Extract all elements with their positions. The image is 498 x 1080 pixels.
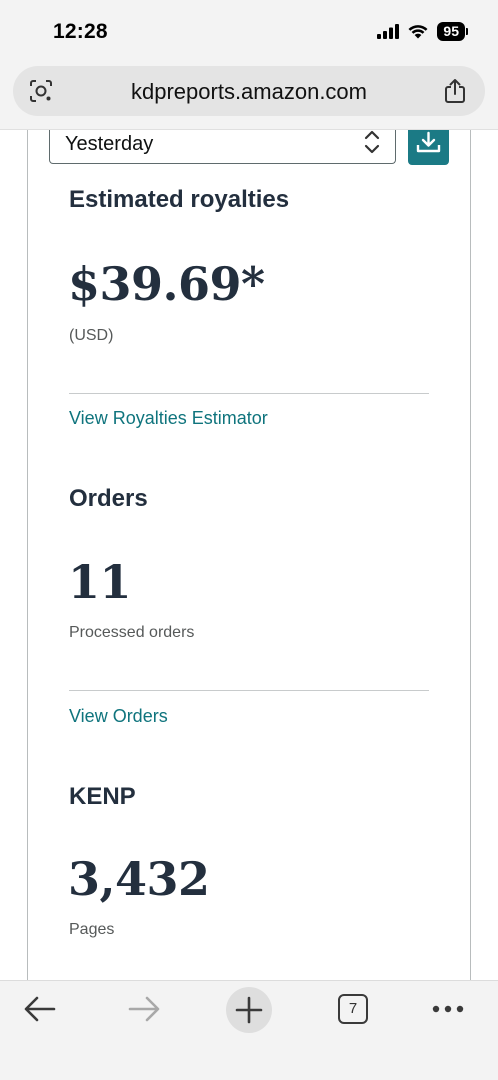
plus-icon <box>235 996 263 1024</box>
cellular-signal-icon <box>377 24 400 39</box>
divider <box>69 690 429 691</box>
status-icons: 95 <box>377 22 468 41</box>
browser-address-area: kdpreports.amazon.com <box>0 62 498 130</box>
view-orders-link[interactable]: View Orders <box>69 706 168 727</box>
divider <box>69 393 429 394</box>
page-content: Yesterday Estimated royalties $39.69* (U… <box>0 130 498 980</box>
more-icon[interactable] <box>432 1005 464 1013</box>
royalties-value: $39.69* <box>68 257 265 311</box>
forward-arrow-icon[interactable] <box>128 995 160 1023</box>
share-icon[interactable] <box>443 78 467 104</box>
back-arrow-icon[interactable] <box>24 995 56 1023</box>
tab-count: 7 <box>348 1000 358 1017</box>
address-bar[interactable]: kdpreports.amazon.com <box>13 66 485 116</box>
download-icon <box>416 131 441 153</box>
view-royalties-estimator-link[interactable]: View Royalties Estimator <box>69 408 268 429</box>
kenp-title: KENP <box>69 783 136 810</box>
orders-label: Processed orders <box>69 624 195 641</box>
kenp-value: 3,432 <box>68 852 210 906</box>
new-tab-button[interactable] <box>226 987 272 1033</box>
battery-icon: 95 <box>437 22 468 41</box>
orders-title: Orders <box>69 485 148 512</box>
status-time: 12:28 <box>53 20 108 43</box>
kenp-label: Pages <box>69 921 115 938</box>
date-range-value: Yesterday <box>65 133 154 155</box>
battery-level: 95 <box>437 22 465 41</box>
orders-value: 11 <box>68 555 132 609</box>
chevron-updown-icon <box>364 130 380 154</box>
royalties-currency: (USD) <box>69 327 114 344</box>
url-text[interactable]: kdpreports.amazon.com <box>13 79 485 105</box>
wifi-icon <box>408 25 428 39</box>
tabs-icon[interactable]: 7 <box>338 994 368 1024</box>
royalties-title: Estimated royalties <box>69 186 290 213</box>
status-bar: 12:28 95 <box>0 0 498 62</box>
download-button[interactable] <box>408 130 449 165</box>
browser-toolbar: 7 <box>0 980 498 1080</box>
date-range-select[interactable]: Yesterday <box>49 130 396 164</box>
